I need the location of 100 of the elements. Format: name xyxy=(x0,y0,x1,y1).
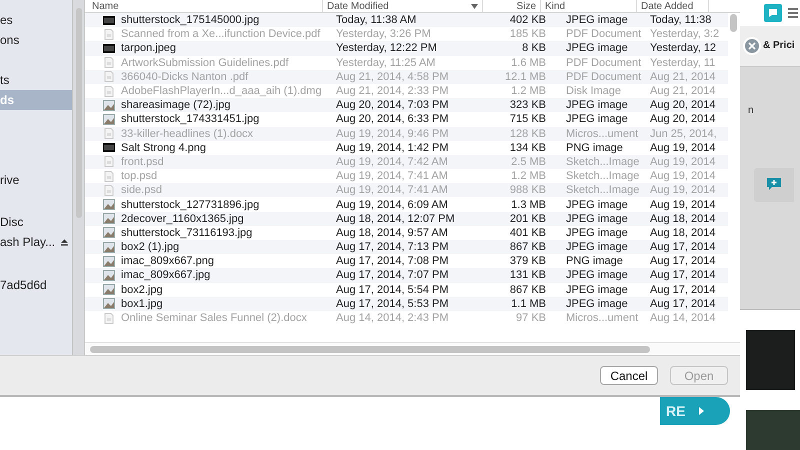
file-row[interactable]: shutterstock_127731896.jpg Aug 19, 2014, 6:09 AM 1.3 MB JPEG image Aug 19, 2014 xyxy=(85,197,728,212)
menu-icon[interactable] xyxy=(788,8,798,18)
size-cell-text: 323 KB xyxy=(508,99,547,112)
date-added-cell-text: Aug 20, 2014 xyxy=(649,113,716,126)
dialog-button[interactable]: Cancel xyxy=(600,366,658,385)
kind-cell-text: JPEG image xyxy=(565,212,629,225)
date-modified-cell-text: Aug 20, 2014, 6:33 PM xyxy=(335,113,450,126)
kind-cell-text: JPEG image xyxy=(565,99,629,112)
size-cell-text: 867 KB xyxy=(508,284,547,296)
size-cell-text: 128 KB xyxy=(508,128,547,140)
file-name: imac_809x667.png xyxy=(121,255,214,268)
date-modified-cell-text: Aug 17, 2014, 5:54 PM xyxy=(335,284,450,296)
size-cell-text: 1.6 MB xyxy=(510,56,547,69)
sidebar-item[interactable]: Disc xyxy=(0,212,72,232)
file-row[interactable]: shareasimage (72).jpg Aug 20, 2014, 7:03 PM 323 KB JPEG image Aug 20, 2014 xyxy=(85,98,728,112)
column-header[interactable]: Date Added xyxy=(641,0,694,12)
sort-arrow-icon[interactable] xyxy=(471,4,478,8)
column-header[interactable]: Date Modified xyxy=(327,0,389,12)
chevron-right-icon xyxy=(699,407,704,415)
column-header[interactable]: Size xyxy=(516,0,536,12)
file-row[interactable]: box2 (1).jpg Aug 17, 2014, 7:13 PM 867 KB JPEG image Aug 17, 2014 xyxy=(85,240,728,254)
kind-cell-text: JPEG image xyxy=(565,113,629,126)
date-modified-cell-text: Aug 17, 2014, 7:08 PM xyxy=(335,255,450,268)
tab-label[interactable]: & Prici xyxy=(763,40,795,52)
file-row[interactable]: 2decover_1160x1365.jpg Aug 18, 2014, 12:07 PM 201 KB JPEG image Aug 18, 2014 xyxy=(85,212,728,226)
date-added-cell-text: Yesterday, 12 xyxy=(649,42,718,54)
date-added-cell-text: Aug 18, 2014 xyxy=(649,212,716,225)
kind-cell-text: JPEG image xyxy=(565,241,629,254)
kind-cell-text: PNG image xyxy=(565,142,624,154)
file-row[interactable]: shutterstock_73116193.jpg Aug 18, 2014, 9:57 AM 401 KB JPEG image Aug 18, 2014 xyxy=(85,226,728,240)
file-row[interactable]: Salt Strong 4.png Aug 19, 2014, 1:42 PM 134 KB PNG image Aug 19, 2014 xyxy=(85,140,728,155)
date-added-cell-text: Aug 19, 2014 xyxy=(649,184,716,196)
file-name: Online Seminar Sales Funnel (2).docx xyxy=(121,312,307,324)
file-name: side.psd xyxy=(121,184,162,196)
sidebar-item[interactable]: 7ad5d6d xyxy=(0,275,72,295)
file-row[interactable]: box1.jpg Aug 17, 2014, 5:53 PM 1.1 MB JPEG image Aug 17, 2014 xyxy=(85,296,728,311)
date-modified-cell-text: Aug 19, 2014, 7:41 AM xyxy=(335,170,449,182)
sidebar-item[interactable]: es xyxy=(0,10,72,30)
eject-icon[interactable] xyxy=(61,238,68,246)
column-header[interactable]: Kind xyxy=(545,0,566,12)
date-added-cell-text: Aug 19, 2014 xyxy=(649,198,716,211)
sidebar-item[interactable]: ts xyxy=(0,70,72,90)
size-cell-text: 401 KB xyxy=(508,226,547,239)
file-name: Scanned from a Xe...ifunction Device.pdf xyxy=(121,28,320,40)
photo-placeholder xyxy=(746,330,795,390)
date-added-cell-text: Aug 17, 2014 xyxy=(649,269,716,282)
size-cell-text: 402 KB xyxy=(508,14,547,26)
kind-cell-text: Sketch...Image xyxy=(565,170,640,182)
date-added-cell-text: Aug 17, 2014 xyxy=(649,284,716,296)
size-cell-text: 1.2 MB xyxy=(510,85,547,98)
sidebar-item[interactable]: ash Play... xyxy=(0,232,72,252)
date-modified-cell-text: Aug 19, 2014, 7:42 AM xyxy=(335,156,449,168)
file-name: box1.jpg xyxy=(121,298,163,310)
sidebar-item[interactable]: rive xyxy=(0,170,72,190)
size-cell-text: 1.3 MB xyxy=(510,198,547,211)
date-modified-cell-text: Aug 18, 2014, 12:07 PM xyxy=(335,212,456,225)
close-icon[interactable] xyxy=(743,34,761,57)
date-added-cell-text: Aug 17, 2014 xyxy=(649,241,716,254)
date-modified-cell-text: Aug 19, 2014, 1:42 PM xyxy=(335,142,450,154)
size-cell-text: 2.5 MB xyxy=(510,156,547,168)
date-modified-cell-text: Aug 17, 2014, 7:07 PM xyxy=(335,269,450,282)
date-added-cell-text: Aug 18, 2014 xyxy=(649,226,716,239)
file-row[interactable]: imac_809x667.jpg Aug 17, 2014, 7:07 PM 131 KB JPEG image Aug 17, 2014 xyxy=(85,268,728,283)
file-row[interactable]: box2.jpg Aug 17, 2014, 5:54 PM 867 KB JPEG image Aug 17, 2014 xyxy=(85,282,728,297)
file-row[interactable]: shutterstock_175145000.jpg Today, 11:38 AM 402 KB JPEG image Today, 11:38 xyxy=(85,13,728,28)
size-cell-text: 1.2 MB xyxy=(510,170,547,182)
date-modified-cell-text: Aug 14, 2014, 2:43 PM xyxy=(335,312,450,324)
date-modified-cell-text: Today, 11:38 AM xyxy=(335,14,418,26)
file-name: front.psd xyxy=(121,156,164,168)
file-row[interactable]: imac_809x667.png Aug 17, 2014, 7:08 PM 379 KB PNG image Aug 17, 2014 xyxy=(85,254,728,268)
file-name: top.psd xyxy=(121,170,158,182)
file-name: Salt Strong 4.png xyxy=(121,142,206,154)
kind-cell-text: JPEG image xyxy=(565,226,629,239)
size-cell-text: 185 KB xyxy=(508,28,547,40)
file-row[interactable]: shutterstock_174331451.jpg Aug 20, 2014, 6:33 PM 715 KB JPEG image Aug 20, 2014 xyxy=(85,112,728,126)
date-added-cell-text: Aug 19, 2014 xyxy=(649,170,716,182)
size-cell-text: 715 KB xyxy=(508,113,547,126)
size-cell-text: 379 KB xyxy=(508,255,547,268)
kind-cell-text: JPEG image xyxy=(565,269,629,282)
chat-icon xyxy=(767,178,781,192)
file-name: 366040-Dicks Nanton .pdf xyxy=(121,70,248,83)
file-name: shutterstock_127731896.jpg xyxy=(121,198,260,211)
date-modified-cell-text: Yesterday, 3:26 PM xyxy=(335,28,432,40)
column-header[interactable]: Name xyxy=(92,0,119,12)
date-modified-cell-text: Aug 21, 2014, 4:58 PM xyxy=(335,70,450,83)
date-modified-cell-text: Aug 21, 2014, 2:33 PM xyxy=(335,85,450,98)
chat-button[interactable] xyxy=(754,168,794,202)
size-cell-text: 12.1 MB xyxy=(504,70,547,83)
file-row[interactable]: tarpon.jpeg Yesterday, 12:22 PM 8 KB JPEG image Yesterday, 12 xyxy=(85,41,728,56)
date-added-cell-text: Aug 21, 2014 xyxy=(649,70,716,83)
date-added-cell-text: Yesterday, 3:2 xyxy=(649,28,718,40)
page-text: n xyxy=(747,104,755,116)
date-modified-cell-text: Yesterday, 12:22 PM xyxy=(335,42,438,54)
date-added-cell-text: Aug 20, 2014 xyxy=(649,99,716,112)
sidebar-item[interactable]: ons xyxy=(0,30,72,50)
date-added-cell-text: Today, 11:38 xyxy=(649,14,712,26)
file-name: shutterstock_73116193.jpg xyxy=(121,226,252,239)
date-added-cell-text: Aug 17, 2014 xyxy=(649,255,716,268)
date-modified-cell-text: Yesterday, 11:25 AM xyxy=(335,56,436,69)
size-cell-text: 97 KB xyxy=(515,312,547,324)
